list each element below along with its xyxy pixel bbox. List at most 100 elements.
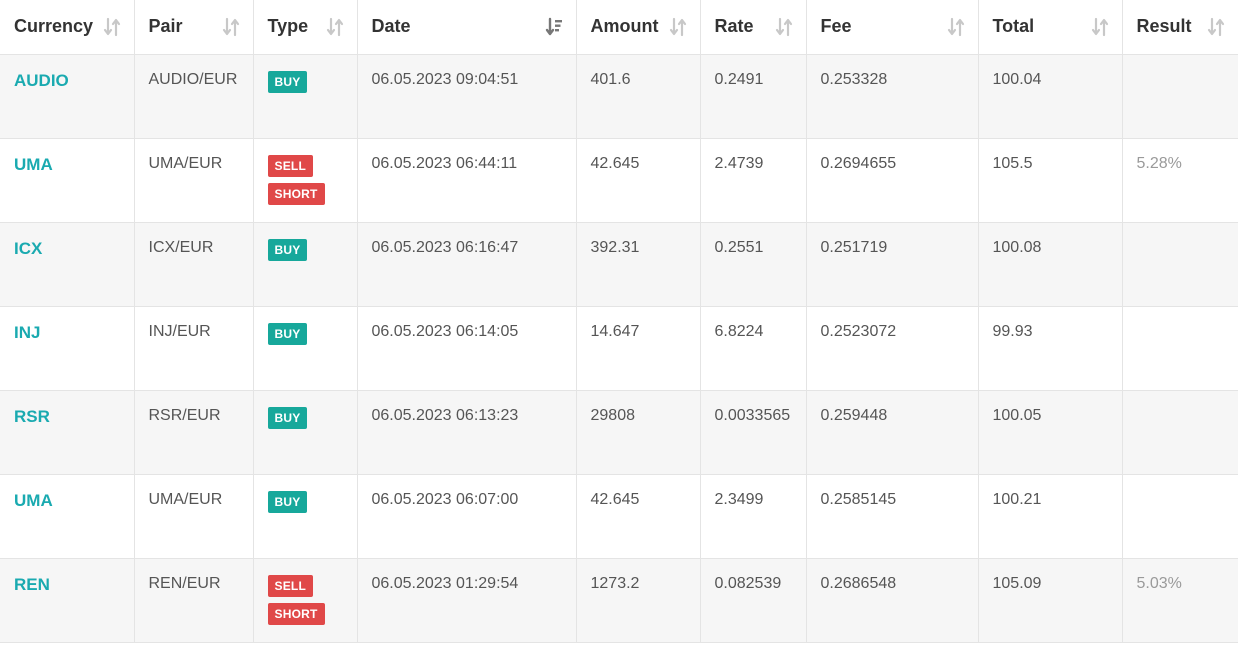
trades-table-container: Currency Pair Type Date Amount Rate Fee Total Re… xyxy=(0,0,1238,647)
column-header-total[interactable]: Total xyxy=(978,0,1123,55)
amount-value: 14.647 xyxy=(590,322,640,340)
sort-arrows-icon[interactable] xyxy=(325,17,345,37)
cell-result xyxy=(1122,390,1238,475)
buy-badge: BUY xyxy=(267,322,308,345)
date-value: 06.05.2023 06:13:23 xyxy=(371,406,519,424)
rate-value: 0.082539 xyxy=(714,574,782,592)
cell-fee: 0.251719 xyxy=(806,222,979,307)
cell-currency: ICX xyxy=(0,222,135,307)
table-row[interactable]: UMA UMA/EUR SELL SHORT 06.05.2023 06:44:11 42… xyxy=(0,138,1238,223)
sort-arrows-icon[interactable] xyxy=(1090,17,1110,37)
total-value: 99.93 xyxy=(992,322,1033,340)
type-badges: BUY xyxy=(267,406,345,429)
currency-link[interactable]: ICX xyxy=(14,239,42,258)
column-header-label: Rate xyxy=(714,16,754,37)
type-badges: BUY xyxy=(267,322,345,345)
sort-arrows-icon[interactable] xyxy=(946,17,966,37)
column-header-label: Type xyxy=(267,16,309,37)
cell-rate: 0.2491 xyxy=(700,54,807,139)
cell-result xyxy=(1122,474,1238,559)
table-row[interactable]: INJ INJ/EUR BUY 06.05.2023 06:14:05 14.647 6.… xyxy=(0,306,1238,391)
pair-value: REN/EUR xyxy=(148,574,221,592)
pair-value: ICX/EUR xyxy=(148,238,214,256)
column-header-rate[interactable]: Rate xyxy=(700,0,807,55)
sort-descending-icon[interactable] xyxy=(544,17,564,37)
currency-link[interactable]: RSR xyxy=(14,407,50,426)
date-value: 06.05.2023 06:07:00 xyxy=(371,490,519,508)
table-row[interactable]: REN REN/EUR SELL SHORT 06.05.2023 01:29:54 12… xyxy=(0,558,1238,643)
type-badges: SELL SHORT xyxy=(267,154,345,205)
table-row[interactable]: AUDIO AUDIO/EUR BUY 06.05.2023 09:04:51 401.… xyxy=(0,54,1238,139)
buy-badge: BUY xyxy=(267,490,308,513)
column-header-currency[interactable]: Currency xyxy=(0,0,135,55)
column-header-inner: Currency xyxy=(14,16,122,37)
cell-type: BUY xyxy=(253,54,358,139)
sort-arrows-icon[interactable] xyxy=(668,17,688,37)
column-header-label: Total xyxy=(992,16,1035,37)
cell-total: 99.93 xyxy=(978,306,1123,391)
date-value: 06.05.2023 06:44:11 xyxy=(371,154,518,172)
cell-date: 06.05.2023 06:44:11 xyxy=(357,138,577,223)
cell-amount: 42.645 xyxy=(576,138,701,223)
cell-date: 06.05.2023 01:29:54 xyxy=(357,558,577,643)
column-header-inner: Result xyxy=(1137,16,1227,37)
cell-type: BUY xyxy=(253,390,358,475)
currency-link[interactable]: UMA xyxy=(14,491,53,510)
amount-value: 42.645 xyxy=(590,490,640,508)
cell-rate: 6.8224 xyxy=(700,306,807,391)
column-header-inner: Date xyxy=(372,16,564,37)
sort-arrows-icon[interactable] xyxy=(1206,17,1226,37)
date-value: 06.05.2023 06:16:47 xyxy=(371,238,519,256)
rate-value: 0.2551 xyxy=(714,238,764,256)
currency-link[interactable]: UMA xyxy=(14,155,53,174)
column-header-result[interactable]: Result xyxy=(1122,0,1238,55)
cell-date: 06.05.2023 06:13:23 xyxy=(357,390,577,475)
cell-currency: INJ xyxy=(0,306,135,391)
cell-total: 105.5 xyxy=(978,138,1123,223)
table-row[interactable]: RSR RSR/EUR BUY 06.05.2023 06:13:23 29808 0.0… xyxy=(0,390,1238,475)
column-header-inner: Amount xyxy=(591,16,688,37)
cell-rate: 0.082539 xyxy=(700,558,807,643)
type-badges: BUY xyxy=(267,238,345,261)
table-header: Currency Pair Type Date Amount Rate Fee Total Re… xyxy=(0,0,1238,55)
amount-value: 1273.2 xyxy=(590,574,640,592)
cell-rate: 0.2551 xyxy=(700,222,807,307)
cell-result xyxy=(1122,222,1238,307)
column-header-amount[interactable]: Amount xyxy=(576,0,701,55)
cell-rate: 0.0033565 xyxy=(700,390,807,475)
cell-date: 06.05.2023 06:14:05 xyxy=(357,306,577,391)
sort-arrows-icon[interactable] xyxy=(774,17,794,37)
cell-pair: UMA/EUR xyxy=(134,138,254,223)
result-value: 5.03% xyxy=(1136,574,1182,592)
sort-arrows-icon[interactable] xyxy=(102,17,122,37)
total-value: 100.08 xyxy=(992,238,1042,256)
cell-currency: UMA xyxy=(0,138,135,223)
cell-result: 5.03% xyxy=(1122,558,1238,643)
short-badge: SHORT xyxy=(267,182,325,205)
cell-pair: REN/EUR xyxy=(134,558,254,643)
fee-value: 0.259448 xyxy=(820,406,888,424)
column-header-date[interactable]: Date xyxy=(357,0,577,55)
sort-arrows-icon[interactable] xyxy=(221,17,241,37)
total-value: 100.05 xyxy=(992,406,1042,424)
rate-value: 2.4739 xyxy=(714,154,764,172)
currency-link[interactable]: REN xyxy=(14,575,50,594)
currency-link[interactable]: INJ xyxy=(14,323,40,342)
cell-result: 5.28% xyxy=(1122,138,1238,223)
cell-total: 105.09 xyxy=(978,558,1123,643)
total-value: 105.5 xyxy=(992,154,1033,172)
table-row[interactable]: ICX ICX/EUR BUY 06.05.2023 06:16:47 392.31 0.… xyxy=(0,222,1238,307)
column-header-label: Date xyxy=(371,16,411,37)
column-header-pair[interactable]: Pair xyxy=(134,0,254,55)
table-row[interactable]: UMA UMA/EUR BUY 06.05.2023 06:07:00 42.645 2.… xyxy=(0,474,1238,559)
amount-value: 401.6 xyxy=(590,70,631,88)
cell-currency: UMA xyxy=(0,474,135,559)
currency-link[interactable]: AUDIO xyxy=(14,71,69,90)
cell-pair: INJ/EUR xyxy=(134,306,254,391)
type-badges: BUY xyxy=(267,70,345,93)
column-header-fee[interactable]: Fee xyxy=(806,0,979,55)
rate-value: 0.2491 xyxy=(714,70,764,88)
cell-pair: ICX/EUR xyxy=(134,222,254,307)
cell-fee: 0.259448 xyxy=(806,390,979,475)
column-header-type[interactable]: Type xyxy=(253,0,358,55)
